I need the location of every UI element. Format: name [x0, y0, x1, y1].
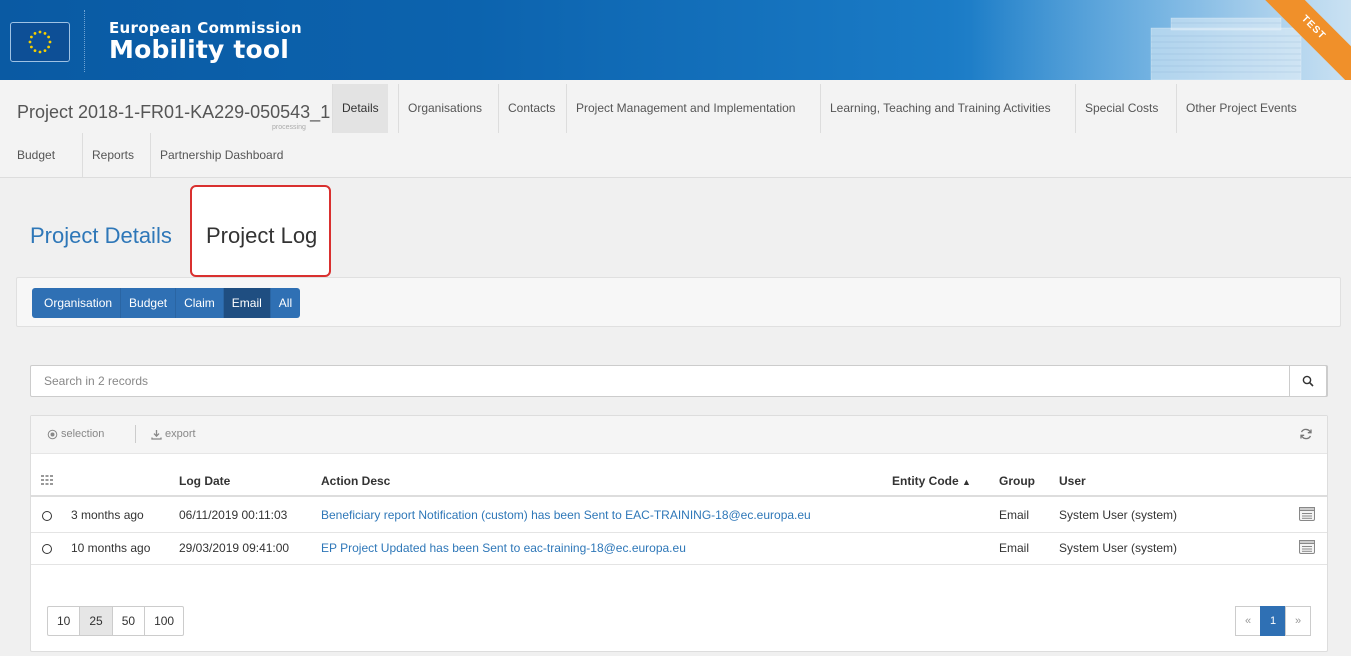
row-relative-time: 3 months ago [71, 508, 144, 522]
tab-project-details[interactable]: Project Details [30, 223, 172, 249]
sort-ascending-icon: ▲ [962, 477, 971, 487]
page-size-50-button[interactable]: 50 [111, 606, 146, 636]
filter-organisation-button[interactable]: Organisation [32, 288, 122, 318]
nav-learning-activities[interactable]: Learning, Teaching and Training Activiti… [820, 84, 1060, 133]
column-chooser-icon[interactable] [41, 474, 53, 488]
previous-page-button[interactable]: « [1235, 606, 1261, 636]
row-action-desc[interactable]: Beneficiary report Notification (custom)… [321, 508, 811, 522]
next-page-button[interactable]: » [1285, 606, 1311, 636]
app-header: European Commission Mobility tool TEST [0, 0, 1351, 80]
project-id: Project 2018-1-FR01-KA229-050543_1 [17, 102, 331, 122]
page-size-100-button[interactable]: 100 [144, 606, 185, 636]
column-user[interactable]: User [1059, 474, 1086, 488]
row-select-radio[interactable] [42, 544, 52, 554]
header-divider [84, 10, 85, 72]
row-log-date: 29/03/2019 09:41:00 [179, 541, 290, 555]
row-user: System User (system) [1059, 541, 1178, 555]
details-list-icon [1299, 507, 1315, 521]
tab-project-log-label: Project Log [206, 223, 318, 248]
nav-contacts[interactable]: Contacts [498, 84, 564, 133]
column-entity-code[interactable]: Entity Code ▲ [892, 474, 971, 488]
nav-organisations[interactable]: Organisations [398, 84, 491, 133]
tab-project-log[interactable]: Project Log [190, 185, 331, 277]
row-group: Email [999, 508, 1030, 522]
filter-budget-button[interactable]: Budget [121, 288, 177, 318]
nav-project-management[interactable]: Project Management and Implementation [566, 84, 804, 133]
log-table-panel: selection export Log Date Action Desc En… [30, 415, 1328, 652]
nav-reports[interactable]: Reports [82, 133, 143, 178]
selection-button[interactable]: selection [47, 428, 104, 440]
grid-icon [41, 475, 53, 485]
row-user: System User (system) [1059, 508, 1178, 522]
search-button[interactable] [1289, 365, 1327, 397]
details-list-icon [1299, 540, 1315, 554]
refresh-button[interactable] [1299, 427, 1313, 444]
project-status: processing [272, 124, 306, 131]
nav-other-events[interactable]: Other Project Events [1176, 84, 1306, 133]
nav-partnership-dashboard[interactable]: Partnership Dashboard [150, 133, 292, 178]
row-action-desc[interactable]: EP Project Updated has been Sent to eac-… [321, 541, 686, 555]
nav-budget[interactable]: Budget [8, 133, 64, 178]
row-divider [31, 532, 1327, 533]
row-log-date: 06/11/2019 00:11:03 [179, 508, 288, 522]
app-name[interactable]: Mobility tool [109, 35, 289, 64]
page-size-25-button[interactable]: 25 [79, 606, 113, 636]
eu-flag-icon[interactable] [10, 22, 70, 62]
column-action-desc[interactable]: Action Desc [321, 474, 390, 488]
log-filter-bar: Organisation Budget Claim Email All [16, 277, 1341, 327]
pagination: « 1 » [1235, 606, 1311, 636]
refresh-icon [1300, 428, 1312, 440]
selection-icon [47, 429, 58, 439]
row-relative-time: 10 months ago [71, 541, 151, 555]
export-button[interactable]: export [151, 428, 196, 440]
row-details-button[interactable] [1299, 540, 1315, 557]
search-input[interactable] [31, 366, 1291, 396]
table-toolbar: selection export [31, 416, 1327, 454]
download-icon [151, 429, 162, 440]
header-divider-line [31, 495, 1327, 497]
filter-email-button[interactable]: Email [223, 288, 271, 318]
export-label: export [165, 428, 196, 440]
row-divider [31, 564, 1327, 565]
filter-claim-button[interactable]: Claim [176, 288, 224, 318]
row-details-button[interactable] [1299, 507, 1315, 524]
column-entity-code-label: Entity Code [892, 474, 959, 488]
column-group[interactable]: Group [999, 474, 1035, 488]
filter-all-button[interactable]: All [270, 288, 301, 318]
row-group: Email [999, 541, 1030, 555]
main-content: Project Details Project Log Organisation… [0, 179, 1351, 656]
search-icon [1302, 375, 1314, 387]
column-log-date[interactable]: Log Date [179, 474, 230, 488]
project-navbar: Project 2018-1-FR01-KA229-050543_1 proce… [0, 80, 1351, 178]
page-size-selector: 10 25 50 100 [47, 606, 185, 636]
selection-label: selection [61, 428, 105, 440]
search-box [30, 365, 1328, 397]
nav-details[interactable]: Details [332, 84, 388, 133]
row-select-radio[interactable] [42, 511, 52, 521]
eu-stars-icon [28, 30, 52, 54]
nav-special-costs[interactable]: Special Costs [1075, 84, 1167, 133]
log-filter-group: Organisation Budget Claim Email All [32, 288, 301, 318]
page-size-10-button[interactable]: 10 [47, 606, 81, 636]
page-1-button[interactable]: 1 [1260, 606, 1286, 636]
toolbar-divider [135, 425, 136, 443]
